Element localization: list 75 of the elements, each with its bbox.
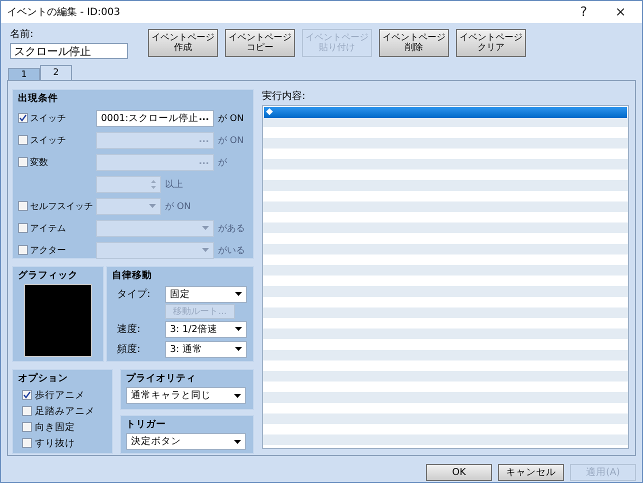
page-button[interactable]: イベントページ 削除 [379,29,449,57]
dropdown-arrow-icon [235,292,242,296]
dropdown-arrow-icon [234,394,241,398]
dropdown-arrow-icon [235,347,242,351]
checkbox[interactable] [22,438,32,448]
group-title: グラフィック [18,269,79,282]
page-button[interactable]: イベントページ 作成 [148,29,218,57]
condition-suffix: が [218,156,227,168]
group-title: 出現条件 [18,92,59,105]
checkbox[interactable] [18,113,28,123]
dropdown-arrow-icon [202,248,209,252]
dialog-button[interactable]: キャンセル [498,464,564,481]
name-label: 名前: [10,28,34,41]
group-title: トリガー [126,418,167,431]
frequency-label: 頻度: [117,342,142,356]
button-text-line: 削除 [404,43,424,54]
checkbox[interactable] [22,390,32,400]
dropdown-arrow-icon [235,327,242,331]
window-title: イベントの編集 - ID:003 [7,6,122,19]
option-label: 足踏みアニメ [35,404,95,418]
condition-suffix: 以上 [165,178,183,190]
condition-label: スイッチ [30,134,66,146]
dialog-button[interactable]: OK [426,464,492,481]
button-text-line: イベントページ [228,32,292,43]
speed-dropdown[interactable]: 3: 1/2倍速 [165,320,247,338]
page-tab[interactable]: 1 [8,68,40,80]
dropdown[interactable] [96,242,214,258]
condition-label: アイテム [30,222,66,234]
name-field[interactable]: スクロール停止 [10,43,128,59]
button-text-line: イベントページ [458,32,524,43]
type-label: タイプ: [117,288,152,301]
checkbox[interactable] [22,422,32,432]
speed-label: 速度: [117,322,142,336]
condition-suffix: が ON [218,112,244,124]
spinner-arrows-icon[interactable] [151,180,156,188]
trigger-dropdown[interactable]: 決定ボタン [126,433,246,450]
commands-label: 実行内容: [262,90,306,103]
option-label: 歩行アニメ [35,388,85,402]
button-text-line: クリア [476,43,506,54]
close-button[interactable]: × [605,4,636,20]
button-text-line: イベントページ [382,32,446,43]
group-title: プライオリティ [126,372,197,385]
switch-field[interactable]: 0001:スクロール停止... [96,110,214,126]
type-dropdown[interactable]: 固定 [165,286,247,302]
condition-label: スイッチ [30,112,66,124]
dropdown-arrow-icon [234,440,241,444]
dropdown[interactable] [96,198,161,214]
group-title: オプション [18,372,69,385]
number-field[interactable] [96,176,161,192]
condition-label: アクター [30,244,66,256]
page-button[interactable]: イベントページ コピー [225,29,295,57]
button-text-line: 作成 [173,43,193,54]
dropdown-arrow-icon [149,204,156,208]
frequency-dropdown[interactable]: 3: 通常 [165,340,247,358]
condition-suffix: がある [218,222,245,234]
condition-suffix: がいる [218,244,245,256]
graphic-preview[interactable] [24,284,92,357]
group-title: 自律移動 [112,269,153,282]
checkbox[interactable] [22,406,32,416]
dropdown[interactable] [96,220,214,236]
condition-suffix: が ON [218,134,244,146]
button-text-line: イベントページ [150,32,216,43]
option-label: 向き固定 [35,420,75,434]
command-list[interactable]: ◆ [262,105,629,449]
option-label: すり抜け [35,436,75,450]
priority-dropdown[interactable]: 通常キャラと同じ [126,387,246,404]
condition-label: セルフスイッチ [30,200,93,212]
command-item[interactable]: ◆ [264,107,627,118]
dropdown-arrow-icon [202,226,209,230]
help-button[interactable]: ? [570,4,598,20]
condition-suffix: が ON [165,200,191,212]
button-text-line: コピー [246,43,274,54]
page-tab[interactable]: 2 [40,65,72,80]
page-button[interactable]: イベントページ クリア [456,29,526,57]
condition-label: 変数 [30,156,48,168]
